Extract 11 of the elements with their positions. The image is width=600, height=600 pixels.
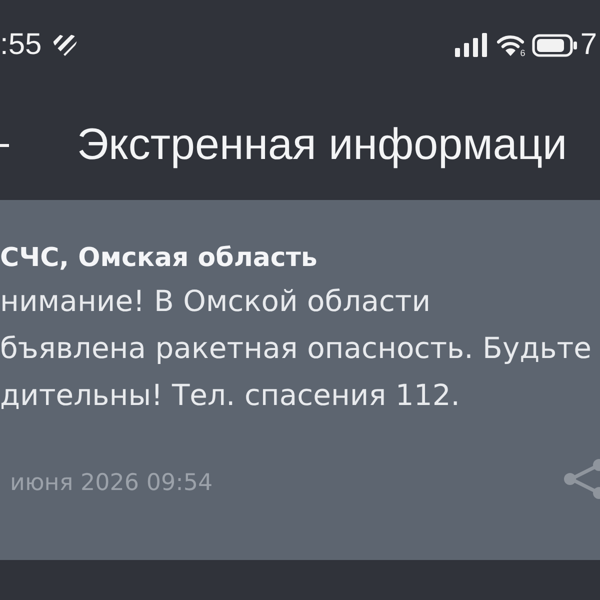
battery-icon	[532, 34, 578, 56]
alert-message: нимание! В Омской области бъявлена ракетная опасность. Будьте дительны! Тел. спасения 112.	[0, 283, 592, 414]
alert-timestamp: июня 2026 09:54	[9, 470, 213, 496]
wifi-generation-label: 6	[520, 48, 526, 58]
screen-title: Экстренная информаци	[77, 118, 568, 171]
status-time: :55	[0, 30, 42, 60]
alert-sender: СЧС, Омская область	[0, 242, 318, 275]
heart-icon	[52, 34, 77, 56]
wifi-icon	[497, 34, 524, 56]
battery-percent: 7	[580, 30, 597, 60]
signal-icon	[455, 33, 488, 57]
